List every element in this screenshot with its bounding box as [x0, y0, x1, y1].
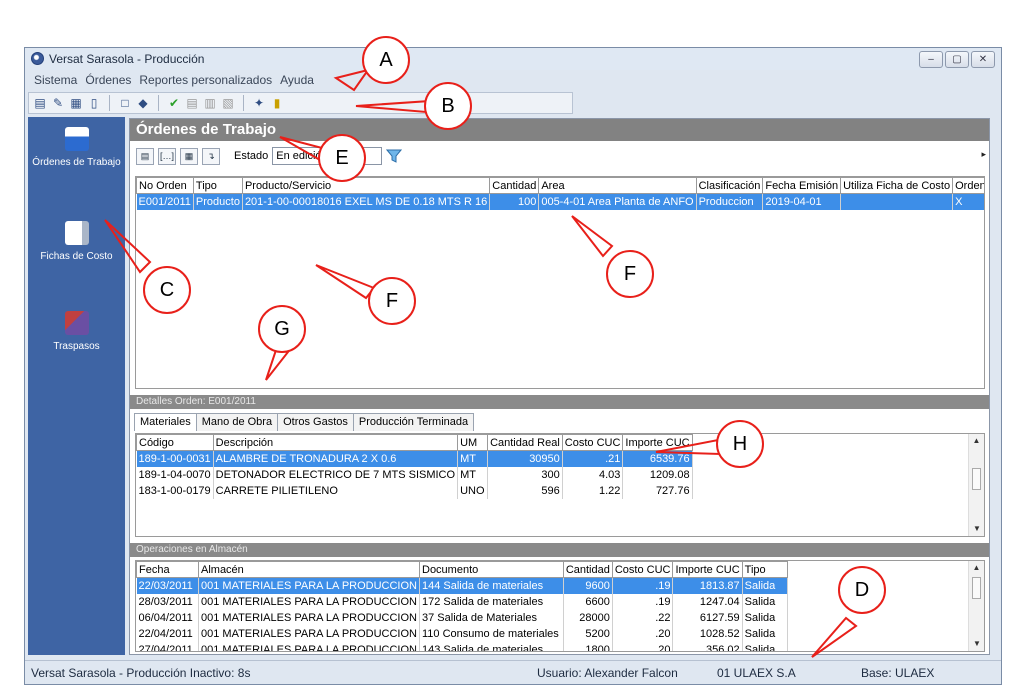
callout-a: A [362, 36, 410, 84]
callout-g: G [258, 305, 306, 353]
callout-f-right: F [606, 250, 654, 298]
callout-f-left: F [368, 277, 416, 325]
callout-e: E [318, 134, 366, 182]
callout-h: H [716, 420, 764, 468]
callout-b: B [424, 82, 472, 130]
callout-d: D [838, 566, 886, 614]
callout-c: C [143, 266, 191, 314]
